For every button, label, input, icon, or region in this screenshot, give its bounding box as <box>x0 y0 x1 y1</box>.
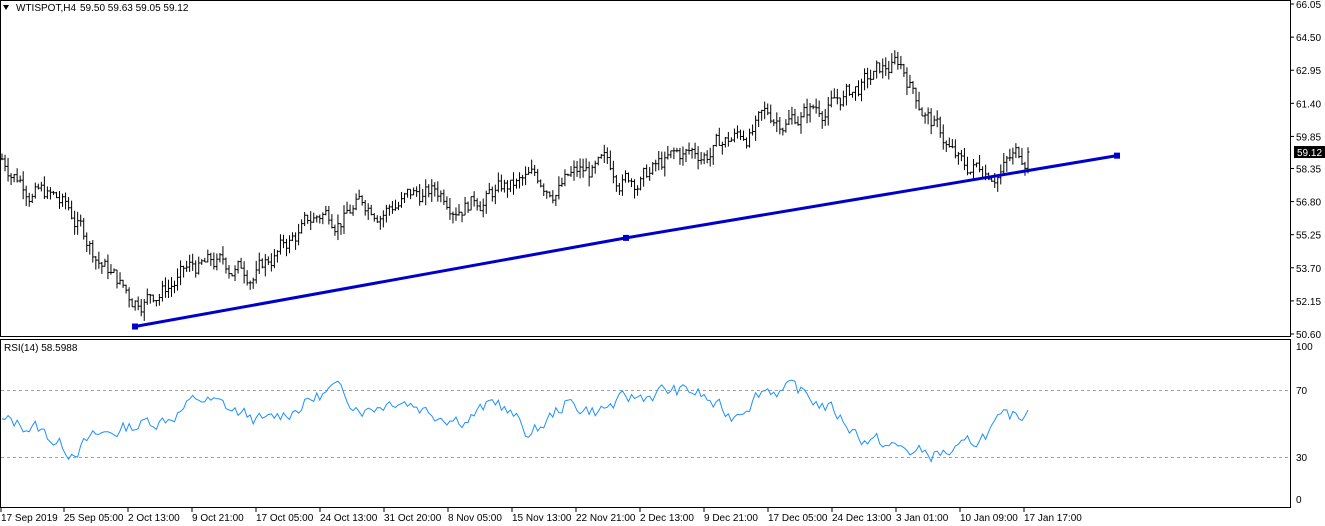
price-tick-label: 66.05 <box>1296 0 1321 11</box>
price-tick-label: 59.85 <box>1296 132 1321 143</box>
time-tick-label: 9 Oct 21:00 <box>192 513 244 524</box>
time-tick-label: 25 Sep 05:00 <box>64 513 124 524</box>
rsi-scale-30: 30 <box>1296 453 1308 464</box>
price-tick-label: 50.60 <box>1296 330 1321 341</box>
rsi-scale-100: 100 <box>1296 342 1313 353</box>
current-price-value: 59.12 <box>1297 148 1322 159</box>
price-axis: 66.05 64.50 62.95 61.40 59.85 58.35 56.80 55.25… <box>1290 0 1321 341</box>
price-panel[interactable]: 66.05 64.50 62.95 61.40 59.85 58.35 56.80 55.25… <box>0 0 1325 341</box>
rsi-panel[interactable]: RSI(14) 58.5988 100 70 30 0 <box>0 339 1314 508</box>
price-tick-label: 64.50 <box>1296 33 1321 44</box>
time-tick-label: 17 Dec 05:00 <box>768 513 828 524</box>
time-tick-label: 24 Oct 13:00 <box>320 513 378 524</box>
rsi-scale-0: 0 <box>1296 495 1302 506</box>
price-tick-label: 62.95 <box>1296 66 1321 77</box>
time-tick-label: 17 Oct 05:00 <box>256 513 314 524</box>
current-price-tag: 59.12 <box>1294 146 1325 159</box>
time-tick-label: 9 Dec 21:00 <box>704 513 758 524</box>
symbol-label: WTISPOT,H4 <box>16 3 76 14</box>
price-tick-label: 55.25 <box>1296 231 1321 242</box>
price-tick-label: 58.35 <box>1296 164 1321 175</box>
chart-canvas[interactable]: 66.05 64.50 62.95 61.40 59.85 58.35 56.80 55.25… <box>0 0 1325 526</box>
time-tick-label: 17 Jan 17:00 <box>1024 513 1082 524</box>
time-tick-label: 10 Jan 09:00 <box>960 513 1018 524</box>
time-axis: 17 Sep 2019 25 Sep 05:00 2 Oct 13:00 9 Oct … <box>0 508 1082 524</box>
price-tick-label: 61.40 <box>1296 99 1321 110</box>
time-tick-label: 17 Sep 2019 <box>1 513 58 524</box>
rsi-label: RSI(14) 58.5988 <box>4 343 78 354</box>
trendline-anchor <box>623 234 629 241</box>
rsi-scale-70: 70 <box>1296 386 1308 397</box>
rsi-panel-frame <box>0 339 1291 508</box>
time-tick-label: 8 Nov 05:00 <box>448 513 502 524</box>
time-tick-label: 3 Jan 01:00 <box>896 513 949 524</box>
ohlc-readout: 59.50 59.63 59.05 59.12 <box>80 3 189 14</box>
time-tick-label: 22 Nov 21:00 <box>576 513 636 524</box>
trendline-anchor <box>132 323 138 330</box>
time-tick-label: 2 Oct 13:00 <box>128 513 180 524</box>
price-tick-label: 53.70 <box>1296 264 1321 275</box>
time-tick-label: 15 Nov 13:00 <box>512 513 572 524</box>
trendline-anchor <box>1114 152 1120 159</box>
time-tick-label: 24 Dec 13:00 <box>832 513 892 524</box>
price-tick-label: 56.80 <box>1296 198 1321 209</box>
time-tick-label: 2 Dec 13:00 <box>640 513 694 524</box>
time-tick-label: 31 Oct 20:00 <box>384 513 442 524</box>
price-tick-label: 52.15 <box>1296 297 1321 308</box>
